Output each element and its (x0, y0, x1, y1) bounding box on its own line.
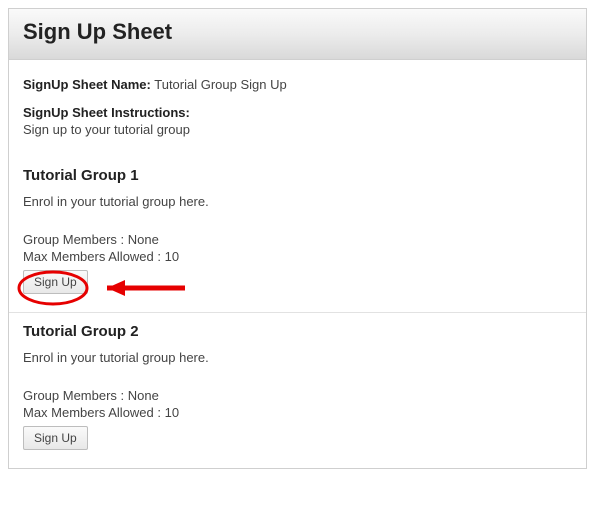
sheet-name-label: SignUp Sheet Name: (23, 77, 151, 92)
group-2-description: Enrol in your tutorial group here. (23, 350, 572, 365)
group-2-members-value: None (128, 388, 159, 403)
group-2-stats: Group Members : None Max Members Allowed… (23, 387, 572, 422)
group-1-max-value: 10 (165, 249, 179, 264)
sheet-instructions-value: Sign up to your tutorial group (23, 121, 572, 139)
panel-header: Sign Up Sheet (9, 9, 586, 60)
group-1-members: Group Members : None (23, 231, 572, 249)
sheet-instructions-row: SignUp Sheet Instructions: Sign up to yo… (23, 104, 572, 139)
group-2-title: Tutorial Group 2 (23, 323, 572, 340)
group-1-title: Tutorial Group 1 (23, 167, 572, 184)
page-title: Sign Up Sheet (23, 19, 572, 45)
sheet-name-row: SignUp Sheet Name: Tutorial Group Sign U… (23, 76, 572, 94)
group-2-members-label: Group Members : (23, 388, 124, 403)
group-2: Tutorial Group 2 Enrol in your tutorial … (9, 313, 586, 468)
group-2-max-value: 10 (165, 405, 179, 420)
sheet-instructions-label: SignUp Sheet Instructions: (23, 104, 572, 122)
group-1-max-label: Max Members Allowed : (23, 249, 161, 264)
sign-up-button-1[interactable]: Sign Up (23, 270, 88, 294)
signup-panel: Sign Up Sheet SignUp Sheet Name: Tutoria… (8, 8, 587, 469)
panel-content: SignUp Sheet Name: Tutorial Group Sign U… (9, 60, 586, 468)
group-1: Tutorial Group 1 Enrol in your tutorial … (9, 157, 586, 313)
group-1-members-label: Group Members : (23, 232, 124, 247)
group-1-description: Enrol in your tutorial group here. (23, 194, 572, 209)
group-2-members: Group Members : None (23, 387, 572, 405)
group-1-members-value: None (128, 232, 159, 247)
group-1-max: Max Members Allowed : 10 (23, 248, 572, 266)
group-2-max: Max Members Allowed : 10 (23, 404, 572, 422)
group-1-stats: Group Members : None Max Members Allowed… (23, 231, 572, 266)
sheet-meta: SignUp Sheet Name: Tutorial Group Sign U… (9, 60, 586, 157)
sign-up-button-2[interactable]: Sign Up (23, 426, 88, 450)
group-2-max-label: Max Members Allowed : (23, 405, 161, 420)
sheet-name-value: Tutorial Group Sign Up (154, 77, 286, 92)
